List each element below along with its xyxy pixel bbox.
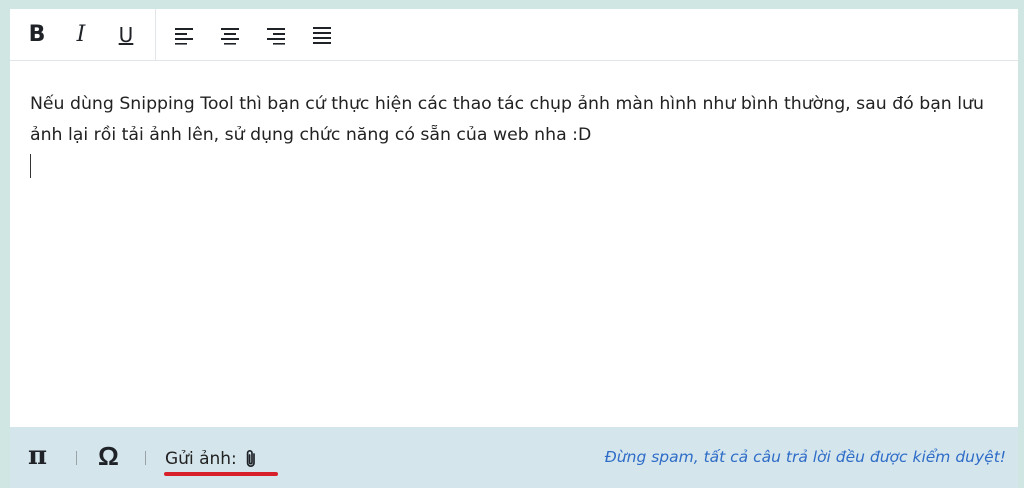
upload-label: Gửi ảnh: xyxy=(165,449,237,469)
pi-icon: π xyxy=(28,441,48,471)
bold-button[interactable]: B xyxy=(22,19,52,51)
comment-box-frame: B I U Nếu dùng Snipping Tool thì bạn cứ … xyxy=(0,0,1024,488)
align-justify-icon xyxy=(313,27,331,44)
italic-button[interactable]: I xyxy=(66,19,96,51)
underline-label: U xyxy=(118,23,134,47)
paperclip-icon xyxy=(246,449,255,467)
align-justify-button[interactable] xyxy=(307,19,337,51)
moderation-note: Đừng spam, tất cả câu trả lời đều được k… xyxy=(604,448,1006,466)
align-right-icon xyxy=(267,28,285,45)
align-right-button[interactable] xyxy=(261,19,291,51)
align-left-button[interactable] xyxy=(169,19,199,51)
italic-label: I xyxy=(76,22,86,47)
formatting-toolbar: B I U xyxy=(10,9,1018,61)
omega-icon: Ω xyxy=(98,441,119,471)
upload-highlight-underline xyxy=(164,472,278,476)
upload-image-button[interactable]: Gửi ảnh: xyxy=(165,443,259,475)
footer-divider xyxy=(76,451,77,465)
underline-button[interactable]: U xyxy=(111,19,141,51)
footer-divider xyxy=(145,451,146,465)
editor-content[interactable]: Nếu dùng Snipping Tool thì bạn cứ thực h… xyxy=(30,89,990,151)
toolbar-divider xyxy=(155,9,156,61)
rich-text-editor[interactable]: B I U Nếu dùng Snipping Tool thì bạn cứ … xyxy=(10,9,1018,427)
math-insert-button[interactable]: π xyxy=(28,441,47,471)
editor-footer: π Ω Gửi ảnh: Đừng spam, tất cả câu trả l… xyxy=(10,427,1018,488)
bold-label: B xyxy=(28,22,46,47)
special-char-button[interactable]: Ω xyxy=(98,441,119,472)
align-center-button[interactable] xyxy=(215,19,245,51)
align-left-icon xyxy=(175,28,193,45)
align-center-icon xyxy=(221,28,239,45)
text-caret xyxy=(30,154,31,178)
